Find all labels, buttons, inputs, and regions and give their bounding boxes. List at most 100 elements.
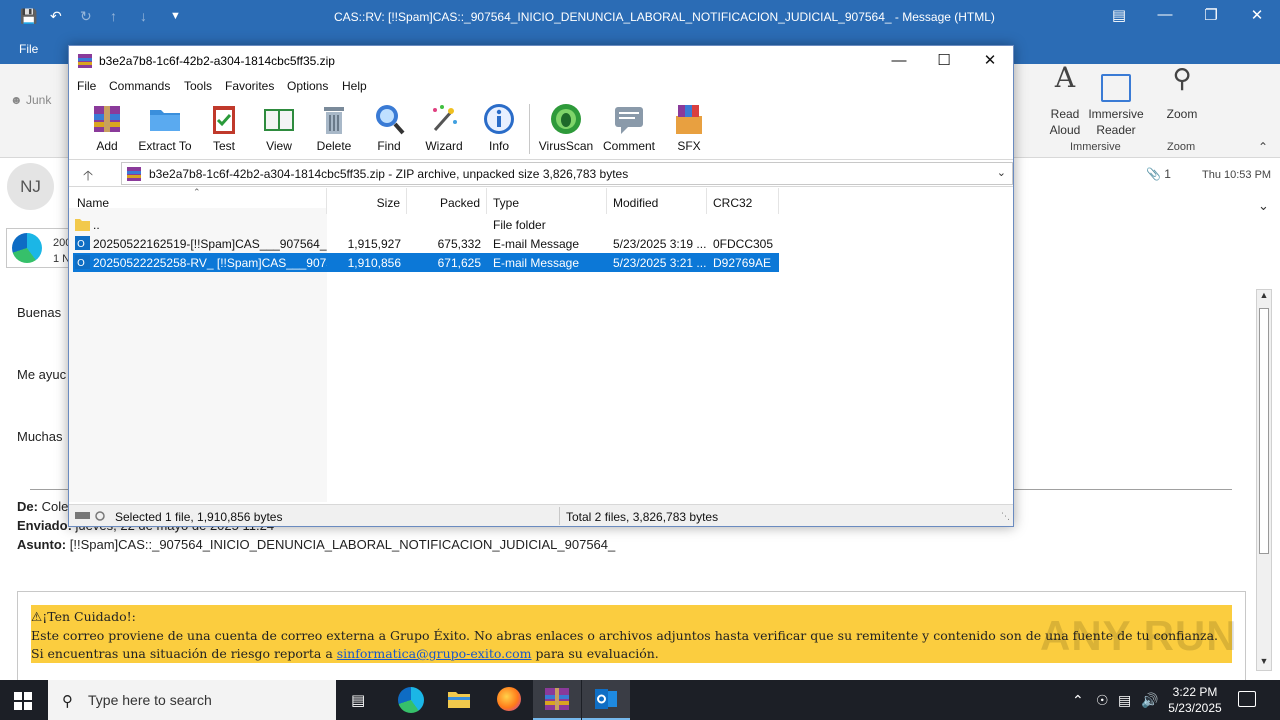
- search-icon: ⚲: [62, 693, 73, 710]
- winrar-menu-bar: File Commands Tools Favorites Options He…: [69, 76, 1013, 98]
- immersive-reader-icon: [1101, 74, 1131, 102]
- winrar-window: b3e2a7b8-1c6f-42b2-a304-1814cbc5ff35.zip…: [68, 45, 1014, 527]
- maximize-icon[interactable]: ☐: [926, 50, 962, 72]
- scroll-down-icon[interactable]: ▼: [1257, 656, 1271, 670]
- notification-icon[interactable]: [1238, 691, 1256, 707]
- junk-icon: ☻: [10, 93, 23, 107]
- group-zoom-label: Zoom: [1167, 141, 1196, 153]
- taskbar-firefox[interactable]: [485, 680, 533, 720]
- from-line: De: Cole: [17, 499, 69, 514]
- restore-icon[interactable]: ❐: [1196, 6, 1226, 24]
- test-button[interactable]: Test: [196, 102, 252, 153]
- close-icon[interactable]: ✕: [1242, 6, 1272, 24]
- zoom-button[interactable]: ⚲ Zoom: [1160, 65, 1204, 122]
- outlook-icon: [595, 689, 617, 709]
- comment-button[interactable]: Comment: [601, 102, 657, 153]
- ribbon-display-icon[interactable]: ▤: [1104, 6, 1134, 24]
- collapse-ribbon-icon[interactable]: ⌃: [1258, 140, 1268, 154]
- paperclip-icon: 📎: [1146, 167, 1161, 181]
- column-crc32[interactable]: CRC32: [707, 188, 779, 214]
- defender-icon[interactable]: ☉: [1096, 692, 1109, 709]
- taskbar: ⚲ Type here to search ▤ ⌃ ☉ ▤ 🔊 3:22 PM …: [0, 680, 1280, 720]
- expand-header-icon[interactable]: ⌄: [1258, 198, 1269, 214]
- read-aloud-button[interactable]: A Read Aloud: [1040, 61, 1090, 138]
- view-button[interactable]: View: [251, 102, 307, 153]
- customize-qat-icon[interactable]: ▼: [170, 10, 181, 22]
- menu-commands[interactable]: Commands: [109, 79, 170, 93]
- resize-grip-icon[interactable]: ⋱: [1001, 511, 1010, 522]
- search-box[interactable]: ⚲ Type here to search: [48, 680, 336, 720]
- table-row[interactable]: .. File folder: [73, 215, 779, 234]
- menu-favorites[interactable]: Favorites: [225, 79, 274, 93]
- add-button[interactable]: Add: [79, 102, 135, 153]
- up-arrow-icon[interactable]: ↑: [110, 8, 117, 24]
- sort-up-icon: ⌃: [193, 187, 201, 197]
- taskbar-winrar[interactable]: [533, 680, 581, 720]
- path-combobox[interactable]: b3e2a7b8-1c6f-42b2-a304-1814cbc5ff35.zip…: [121, 162, 1013, 185]
- menu-file[interactable]: File: [77, 79, 96, 93]
- find-button[interactable]: Find: [361, 102, 417, 153]
- subject-line: Asunto: [!!Spam]CAS::_907564_INICIO_DENU…: [17, 537, 616, 552]
- windows-start-icon[interactable]: [14, 692, 32, 710]
- redo-icon[interactable]: ↻: [80, 8, 92, 25]
- clipboard-check-icon: [213, 106, 235, 134]
- volume-icon[interactable]: 🔊: [1141, 692, 1158, 709]
- scroll-up-icon[interactable]: ▲: [1257, 290, 1271, 304]
- report-email-link[interactable]: sinformatica@grupo-exito.com: [337, 646, 532, 661]
- task-view-button[interactable]: ▤: [336, 680, 384, 720]
- junk-button[interactable]: ☻ Junk: [10, 93, 51, 107]
- trash-icon: [324, 107, 344, 134]
- minimize-icon[interactable]: —: [1150, 6, 1180, 23]
- system-clock[interactable]: 3:22 PM 5/23/2025: [1160, 684, 1230, 716]
- column-type[interactable]: Type: [487, 188, 607, 214]
- column-packed[interactable]: Packed: [407, 188, 487, 214]
- undo-icon[interactable]: ↶: [50, 8, 62, 25]
- table-row[interactable]: O 20250522162519-[!!Spam]CAS___907564_IN…: [73, 234, 779, 253]
- file-list: Name ⌃ Size Packed Type Modified CRC32 ..…: [69, 187, 1013, 502]
- outlook-message-icon: O: [75, 255, 90, 269]
- delete-button[interactable]: Delete: [306, 102, 362, 153]
- drive-icon: [75, 511, 105, 521]
- tab-file[interactable]: File: [19, 42, 38, 56]
- close-icon[interactable]: ✕: [972, 50, 1008, 72]
- status-total: Total 2 files, 3,826,783 bytes: [566, 510, 719, 524]
- save-icon[interactable]: 💾: [20, 8, 37, 25]
- book-icon: [264, 109, 294, 131]
- wizard-button[interactable]: Wizard: [416, 102, 472, 153]
- show-hidden-icons[interactable]: ⌃: [1072, 692, 1084, 709]
- column-size[interactable]: Size: [327, 188, 407, 214]
- virusscan-button[interactable]: VirusScan: [538, 102, 594, 153]
- read-aloud-icon: A: [1054, 61, 1076, 94]
- menu-options[interactable]: Options: [287, 79, 328, 93]
- winrar-title-bar: b3e2a7b8-1c6f-42b2-a304-1814cbc5ff35.zip…: [69, 46, 1013, 76]
- taskbar-outlook[interactable]: [582, 680, 630, 720]
- column-modified[interactable]: Modified: [607, 188, 707, 214]
- column-name[interactable]: Name ⌃: [69, 187, 327, 214]
- taskbar-edge[interactable]: [387, 680, 435, 720]
- body-line: Me ayuc: [17, 367, 67, 382]
- up-folder-icon[interactable]: 🡡: [83, 165, 93, 189]
- info-button[interactable]: Info: [471, 102, 527, 153]
- immersive-reader-button[interactable]: Immersive Reader: [1088, 70, 1144, 138]
- svg-text:O: O: [77, 239, 85, 250]
- minimize-icon[interactable]: —: [881, 50, 917, 72]
- menu-tools[interactable]: Tools: [184, 79, 212, 93]
- taskbar-file-explorer[interactable]: [435, 680, 483, 720]
- table-row-selected[interactable]: O 20250522225258-RV_ [!!Spam]CAS___90756…: [73, 253, 779, 272]
- folder-extract-icon: [150, 110, 180, 131]
- down-arrow-icon[interactable]: ↓: [140, 8, 147, 24]
- network-icon[interactable]: ▤: [1118, 692, 1131, 709]
- firefox-icon: [497, 687, 521, 711]
- sfx-button[interactable]: SFX: [661, 102, 717, 153]
- group-immersive-label: Immersive: [1070, 141, 1121, 153]
- edge-icon: [12, 233, 42, 263]
- outlook-title-bar: 💾 ↶ ↻ ↑ ↓ ▼ CAS::RV: [!!Spam]CAS::_90756…: [0, 0, 1280, 34]
- scroll-thumb[interactable]: [1259, 308, 1269, 554]
- magic-wand-icon: [433, 105, 457, 131]
- menu-help[interactable]: Help: [342, 79, 367, 93]
- body-scrollbar[interactable]: ▲ ▼: [1256, 289, 1272, 671]
- attachment-card[interactable]: 200 1 N: [6, 228, 76, 268]
- winrar-window-title: b3e2a7b8-1c6f-42b2-a304-1814cbc5ff35.zip: [99, 54, 335, 68]
- extract-to-button[interactable]: Extract To: [137, 102, 193, 153]
- chevron-down-icon[interactable]: ⌄: [997, 166, 1006, 179]
